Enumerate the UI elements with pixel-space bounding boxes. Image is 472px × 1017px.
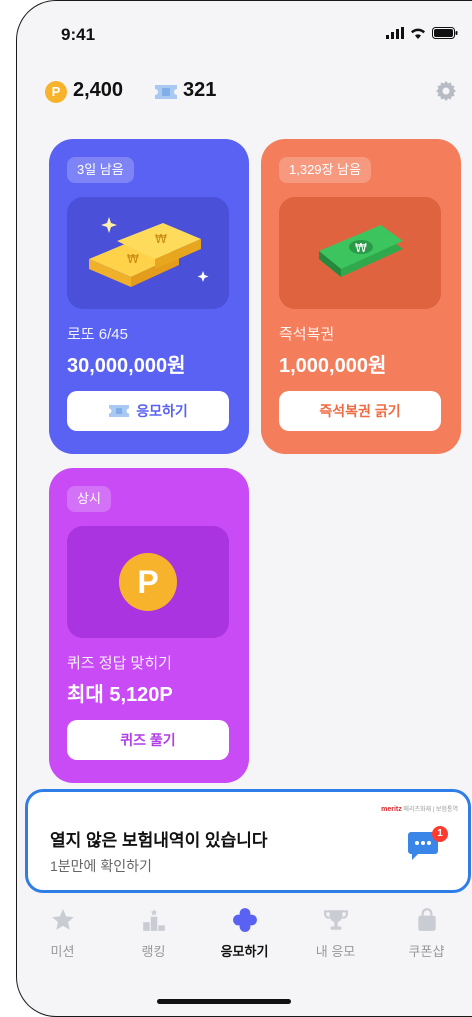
status-bar: 9:41 bbox=[17, 1, 472, 61]
tab-label: 응모하기 bbox=[220, 944, 269, 959]
instant-subtitle: 즉석복권 bbox=[279, 326, 335, 343]
app-screen: 9:41 P 2,400 321 3일 남음 ₩ ₩ 로또 6/45 30,00… bbox=[16, 0, 472, 1017]
podium-icon bbox=[142, 909, 165, 931]
status-icons bbox=[386, 27, 458, 39]
lotto-badge: 3일 남음 bbox=[67, 157, 134, 183]
trophy-icon bbox=[323, 910, 348, 930]
tab-mission[interactable]: 미션 bbox=[17, 907, 108, 977]
instant-badge: 1,329장 남음 bbox=[279, 157, 372, 183]
quiz-solve-button[interactable]: 퀴즈 풀기 bbox=[67, 720, 229, 760]
quiz-art: P bbox=[67, 526, 229, 638]
svg-text:₩: ₩ bbox=[155, 232, 167, 246]
banner-subtitle: 1분만에 확인하기 bbox=[50, 858, 152, 874]
lotto-amount: 30,000,000원 bbox=[67, 355, 186, 377]
instant-scratch-label: 즉석복권 긁기 bbox=[319, 403, 401, 419]
points-balance: 2,400 bbox=[73, 79, 124, 101]
svg-text:₩: ₩ bbox=[355, 241, 367, 255]
lotto-card[interactable]: 3일 남음 ₩ ₩ 로또 6/45 30,000,000원 응모하기 bbox=[49, 139, 249, 454]
wifi-icon bbox=[411, 28, 425, 39]
tab-label: 랭킹 bbox=[141, 944, 166, 959]
tab-ranking[interactable]: 랭킹 bbox=[108, 907, 199, 977]
cash-stack-icon: ₩ bbox=[319, 225, 403, 277]
point-coin-icon: P bbox=[119, 553, 177, 611]
status-time: 9:41 bbox=[61, 25, 96, 44]
gold-bars-icon: ₩ ₩ bbox=[89, 217, 209, 287]
instant-amount: 1,000,000원 bbox=[279, 355, 387, 377]
tab-apply[interactable]: 응모하기 bbox=[199, 907, 290, 977]
notification-badge: 1 bbox=[432, 826, 448, 842]
ticket-icon bbox=[155, 85, 177, 99]
quiz-card[interactable]: 상시 P 퀴즈 정답 맞히기 최대 5,120P 퀴즈 풀기 bbox=[49, 468, 249, 783]
tab-label: 미션 bbox=[50, 944, 75, 959]
tab-label: 쿠폰샵 bbox=[408, 944, 445, 959]
lotto-art: ₩ ₩ bbox=[67, 197, 229, 309]
quiz-solve-label: 퀴즈 풀기 bbox=[120, 732, 176, 748]
ticket-balance: 321 bbox=[183, 79, 217, 101]
tab-bar: 미션 랭킹 응모하기 내 응모 쿠폰샵 bbox=[17, 907, 472, 977]
lotto-apply-button[interactable]: 응모하기 bbox=[67, 391, 229, 431]
insurance-banner[interactable]: 열지 않은 보험내역이 있습니다 1분만에 확인하기 meritz 메리츠화재 … bbox=[25, 789, 471, 893]
banner-title: 열지 않은 보험내역이 있습니다 bbox=[50, 831, 268, 850]
ticket-icon bbox=[109, 405, 130, 417]
home-indicator bbox=[157, 999, 291, 1004]
shopping-bag-icon bbox=[417, 908, 436, 931]
svg-text:₩: ₩ bbox=[127, 252, 139, 266]
instant-scratch-button[interactable]: 즉석복권 긁기 bbox=[279, 391, 441, 431]
quiz-amount: 최대 5,120P bbox=[67, 684, 173, 706]
signal-icon bbox=[386, 27, 404, 39]
star-icon bbox=[51, 909, 74, 930]
brand-logo: meritz 메리츠화재 | 보험통역 bbox=[381, 806, 458, 813]
tab-label: 내 응모 bbox=[315, 944, 356, 959]
instant-art: ₩ bbox=[279, 197, 441, 309]
quiz-badge: 상시 bbox=[67, 486, 111, 512]
lotto-apply-label: 응모하기 bbox=[136, 403, 188, 419]
quiz-subtitle: 퀴즈 정답 맞히기 bbox=[67, 655, 172, 672]
gear-icon[interactable] bbox=[434, 79, 458, 103]
tab-my-entries[interactable]: 내 응모 bbox=[290, 907, 381, 977]
point-coin-icon: P bbox=[45, 81, 67, 103]
instant-lottery-card[interactable]: 1,329장 남음 ₩ 즉석복권 1,000,000원 즉석복권 긁기 bbox=[261, 139, 461, 454]
flower-icon bbox=[232, 908, 257, 932]
tab-coupon-shop[interactable]: 쿠폰샵 bbox=[381, 907, 472, 977]
header: P 2,400 321 bbox=[17, 75, 472, 111]
battery-icon bbox=[432, 27, 458, 39]
lotto-subtitle: 로또 6/45 bbox=[67, 326, 128, 343]
